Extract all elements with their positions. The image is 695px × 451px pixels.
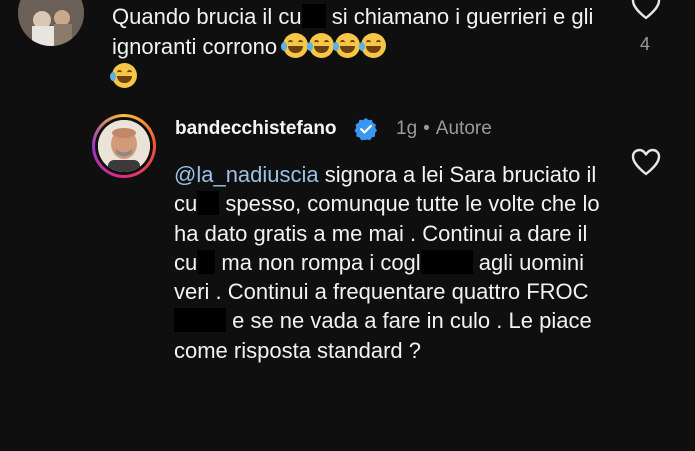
redaction-box (174, 308, 226, 333)
verified-badge-icon (354, 118, 377, 141)
mention-link[interactable]: @la_nadiuscia (174, 162, 319, 187)
parent-comment-text: Quando brucia il cu si chiamano i guerri… (110, 2, 612, 92)
laughing-emoji-icon (333, 33, 361, 58)
reply-comment: bandecchistefano 1g • Autore @la_nadiuscia… (0, 100, 695, 451)
reply-text-segment: e se ne vada a fare in culo . Le piace c… (174, 308, 592, 363)
story-ring[interactable] (92, 114, 156, 178)
laughing-emoji-icon (281, 33, 309, 58)
redaction-box (301, 4, 326, 28)
parent-comment: Quando brucia il cu si chiamano i guerri… (0, 0, 695, 100)
comment-meta: 1g • Autore (396, 118, 492, 140)
author-username[interactable]: bandecchistefano (175, 118, 337, 140)
redaction-box (420, 249, 473, 274)
comment-time: 1g (396, 118, 418, 139)
author-label: Autore (435, 118, 492, 139)
reply-text-segment: ma non rompa i cogl (215, 249, 421, 275)
commenter-avatar[interactable] (18, 0, 84, 46)
laughing-emoji-icon (307, 33, 335, 58)
laughing-emoji-icon (110, 63, 137, 88)
like-count[interactable]: 4 (640, 34, 650, 55)
redaction-box (197, 249, 216, 274)
author-avatar[interactable] (98, 120, 150, 172)
redaction-box (197, 191, 220, 216)
heart-icon[interactable] (631, 0, 661, 20)
meta-separator: • (423, 118, 430, 139)
parent-comment-text-1: Quando brucia il cu (112, 4, 302, 29)
heart-icon[interactable] (631, 148, 661, 176)
laughing-emoji-icon (359, 33, 387, 58)
reply-comment-text: @la_nadiuscia signora a lei Sara bruciat… (174, 160, 614, 365)
